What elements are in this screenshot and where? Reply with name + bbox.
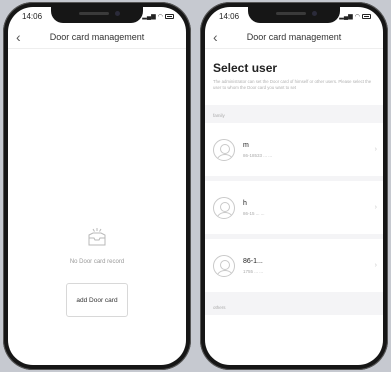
user-row[interactable]: m 86-18533 ... ... › bbox=[205, 123, 383, 181]
wifi-icon: ◠ bbox=[157, 13, 163, 20]
chevron-right-icon: › bbox=[374, 262, 377, 269]
notch bbox=[248, 7, 340, 23]
user-account: 86-15 ... ... bbox=[243, 210, 265, 216]
phone-right: 14:06 ▂▄▆ ◠ ‹ Door card management Selec… bbox=[200, 2, 388, 370]
add-door-card-button[interactable]: add Door card bbox=[66, 283, 128, 317]
avatar-icon bbox=[213, 138, 235, 161]
status-icons: ▂▄▆ ◠ bbox=[142, 13, 174, 20]
empty-state: No Door card record add Door card bbox=[8, 227, 186, 317]
user-account: 86-18533 ... ... bbox=[243, 152, 273, 158]
status-time: 14:06 bbox=[22, 11, 43, 21]
section-label-family: family bbox=[205, 105, 383, 123]
nav-bar: ‹ Door card management bbox=[8, 25, 186, 49]
chevron-right-icon: › bbox=[374, 204, 377, 211]
avatar-icon bbox=[213, 196, 235, 219]
page-title: Door card management bbox=[49, 31, 145, 42]
select-user-heading: Select user bbox=[213, 61, 278, 75]
user-info: h 86-15 ... ... bbox=[243, 200, 375, 216]
signal-icon: ▂▄▆ bbox=[142, 13, 156, 20]
nav-bar: ‹ Door card management bbox=[205, 25, 383, 49]
select-user-description: The administrator can set the Door card … bbox=[213, 79, 372, 90]
chevron-right-icon: › bbox=[374, 146, 377, 153]
wifi-icon: ◠ bbox=[354, 13, 360, 20]
notch bbox=[51, 7, 143, 23]
empty-box-icon bbox=[88, 228, 106, 246]
user-account: 1755 ... ... bbox=[243, 268, 264, 274]
user-info: 86-1... 1755 ... ... bbox=[243, 258, 375, 274]
signal-icon: ▂▄▆ bbox=[339, 13, 353, 20]
empty-text: No Door card record bbox=[69, 259, 125, 265]
status-time: 14:06 bbox=[219, 11, 240, 21]
user-name: h bbox=[243, 199, 247, 207]
user-name: m bbox=[243, 141, 249, 149]
back-icon[interactable]: ‹ bbox=[16, 28, 28, 46]
user-row[interactable]: h 86-15 ... ... › bbox=[205, 181, 383, 239]
page-title: Door card management bbox=[246, 31, 342, 42]
back-icon[interactable]: ‹ bbox=[213, 28, 225, 46]
screen-right: 14:06 ▂▄▆ ◠ ‹ Door card management Selec… bbox=[205, 7, 383, 365]
user-name: 86-1... bbox=[243, 257, 263, 265]
user-row[interactable]: 86-1... 1755 ... ... › bbox=[205, 239, 383, 297]
battery-icon bbox=[362, 13, 371, 19]
status-icons: ▂▄▆ ◠ bbox=[339, 13, 371, 20]
user-info: m 86-18533 ... ... bbox=[243, 142, 375, 158]
phone-left: 14:06 ▂▄▆ ◠ ‹ Door card management No Do… bbox=[3, 2, 191, 370]
screen-left: 14:06 ▂▄▆ ◠ ‹ Door card management No Do… bbox=[8, 7, 186, 365]
avatar-icon bbox=[213, 254, 235, 277]
section-label-others: others bbox=[205, 297, 383, 315]
battery-icon bbox=[165, 13, 174, 19]
